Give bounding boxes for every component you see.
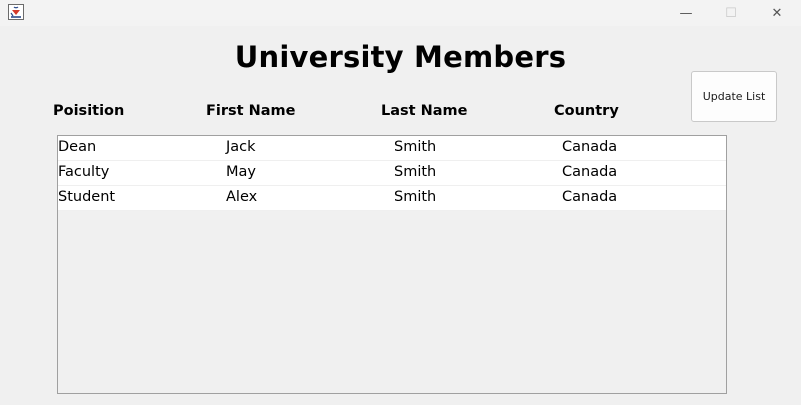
close-button[interactable]: ✕ (754, 0, 800, 26)
column-header-last-name: Last Name (381, 103, 468, 119)
column-header-first-name: First Name (206, 103, 296, 119)
java-cup-icon[interactable] (8, 4, 24, 20)
cell-country: Canada (562, 189, 618, 205)
column-header-position: Poisition (53, 103, 125, 119)
list-item[interactable]: Faculty May Smith Canada (58, 161, 726, 186)
members-list[interactable]: Dean Jack Smith Canada Faculty May Smith… (57, 135, 727, 394)
cell-last-name: Smith (394, 189, 437, 205)
minimize-button[interactable]: — (663, 0, 709, 26)
list-item[interactable]: Dean Jack Smith Canada (58, 136, 726, 161)
cell-country: Canada (562, 139, 618, 155)
application-window: — ☐ ✕ University Members Update List Poi… (0, 0, 801, 405)
cell-country: Canada (562, 164, 618, 180)
cell-last-name: Smith (394, 164, 437, 180)
cell-first-name: May (226, 164, 256, 180)
cell-last-name: Smith (394, 139, 437, 155)
cell-first-name: Jack (226, 139, 256, 155)
cell-position: Student (58, 189, 116, 205)
update-list-button[interactable]: Update List (691, 71, 777, 122)
cell-first-name: Alex (226, 189, 258, 205)
column-header-country: Country (554, 103, 619, 119)
list-item[interactable]: Student Alex Smith Canada (58, 186, 726, 211)
title-bar[interactable]: — ☐ ✕ (0, 0, 801, 26)
maximize-button[interactable]: ☐ (708, 0, 754, 26)
cell-position: Dean (58, 139, 97, 155)
page-title: University Members (234, 40, 567, 74)
cell-position: Faculty (58, 164, 110, 180)
